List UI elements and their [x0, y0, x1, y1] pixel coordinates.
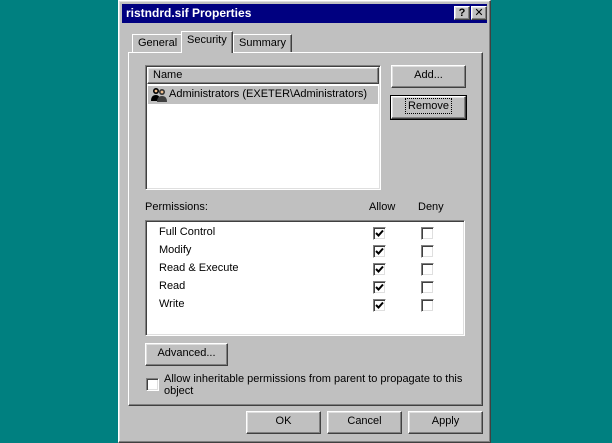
remove-button-label: Remove: [405, 98, 452, 114]
deny-column-header: Deny: [418, 201, 444, 213]
apply-button[interactable]: Apply: [408, 411, 483, 434]
inherit-permissions-checkbox[interactable]: [146, 378, 159, 391]
permission-row-read: Read: [146, 280, 462, 298]
cancel-button[interactable]: Cancel: [327, 411, 402, 434]
add-button[interactable]: Add...: [391, 65, 466, 88]
permissions-label: Permissions:: [145, 201, 208, 213]
inherit-permissions-label-line2: object: [164, 385, 194, 397]
permissions-list[interactable]: Full Control Modify Read & Execute Read …: [145, 220, 465, 336]
group-users-icon: [150, 87, 168, 106]
deny-modify-checkbox[interactable]: [421, 245, 434, 258]
permission-name: Modify: [159, 244, 192, 256]
name-listbox[interactable]: Name Administrators (EXETER\Administrato…: [145, 65, 381, 190]
permission-row-write: Write: [146, 298, 462, 316]
inherit-permissions-label: Allow inheritable permissions from paren…: [164, 373, 462, 397]
checkmark-icon: [375, 229, 384, 237]
allow-read-checkbox[interactable]: [373, 281, 386, 294]
name-column-header[interactable]: Name: [147, 67, 379, 84]
advanced-button[interactable]: Advanced...: [145, 343, 228, 366]
checkmark-icon: [375, 301, 384, 309]
permission-name: Write: [159, 298, 185, 310]
deny-write-checkbox[interactable]: [421, 299, 434, 312]
allow-read-execute-checkbox[interactable]: [373, 263, 386, 276]
close-icon: ✕: [474, 7, 484, 19]
checkmark-icon: [375, 283, 384, 291]
permission-row-read-execute: Read & Execute: [146, 262, 462, 280]
checkmark-icon: [375, 265, 384, 273]
tab-security[interactable]: Security: [181, 31, 233, 53]
ok-button[interactable]: OK: [246, 411, 321, 434]
permission-name: Full Control: [159, 226, 216, 238]
permission-row-modify: Modify: [146, 244, 462, 262]
checkmark-icon: [375, 247, 384, 255]
security-tab-panel: Name Administrators (EXETER\Administrato…: [128, 52, 483, 406]
add-button-label: Add...: [414, 69, 443, 81]
allow-column-header: Allow: [369, 201, 396, 213]
tab-summary-label: Summary: [239, 37, 287, 49]
tab-security-label: Security: [187, 34, 227, 46]
deny-read-checkbox[interactable]: [421, 281, 434, 294]
allow-modify-checkbox[interactable]: [373, 245, 386, 258]
allow-write-checkbox[interactable]: [373, 299, 386, 312]
title-bar[interactable]: ristndrd.sif Properties ? ✕: [122, 4, 487, 23]
help-button[interactable]: ?: [454, 6, 470, 20]
deny-full-control-checkbox[interactable]: [421, 227, 434, 240]
inherit-permissions-label-line1: Allow inheritable permissions from paren…: [164, 373, 463, 385]
list-item[interactable]: Administrators (EXETER\Administrators): [148, 86, 378, 104]
permission-name: Read: [159, 280, 186, 292]
deny-read-execute-checkbox[interactable]: [421, 263, 434, 276]
close-button[interactable]: ✕: [471, 6, 487, 20]
tab-summary[interactable]: Summary: [233, 34, 293, 53]
window-title: ristndrd.sif Properties: [126, 6, 252, 20]
help-icon: ?: [458, 7, 466, 19]
name-column-header-label: Name: [153, 69, 183, 81]
ok-button-label: OK: [275, 415, 292, 427]
advanced-button-label: Advanced...: [157, 347, 216, 359]
list-item-label: Administrators (EXETER\Administrators): [169, 88, 368, 100]
apply-button-label: Apply: [431, 415, 460, 427]
properties-dialog: ristndrd.sif Properties ? ✕ General Secu…: [118, 0, 491, 443]
allow-full-control-checkbox[interactable]: [373, 227, 386, 240]
tab-general[interactable]: General: [132, 34, 184, 53]
remove-button[interactable]: Remove: [390, 95, 467, 120]
cancel-button-label: Cancel: [347, 415, 382, 427]
tab-general-label: General: [138, 37, 178, 49]
permission-name: Read & Execute: [159, 262, 239, 274]
permission-row-full-control: Full Control: [146, 226, 462, 244]
